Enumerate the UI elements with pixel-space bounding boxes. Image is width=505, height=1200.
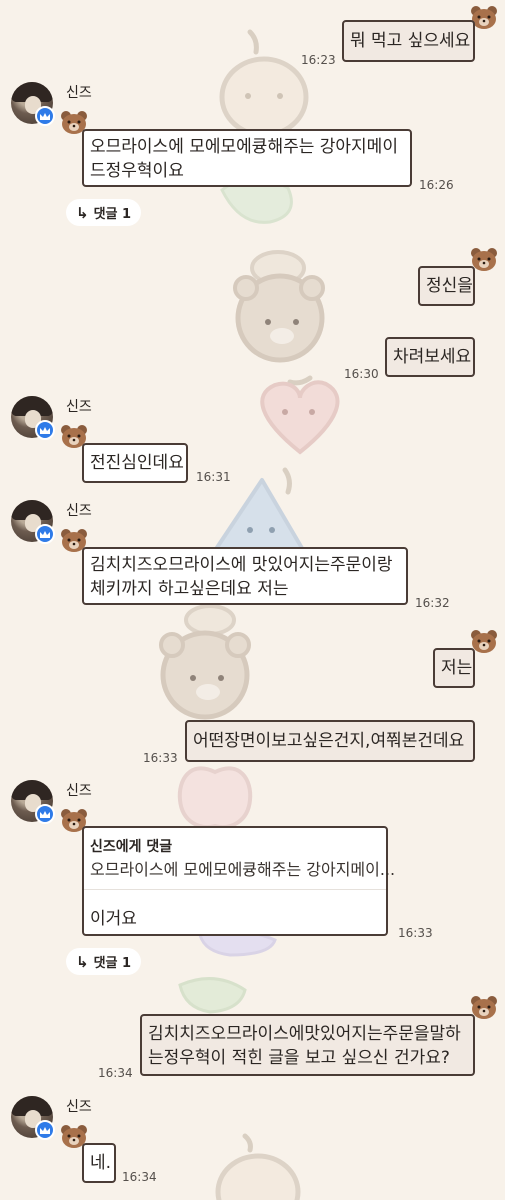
message-text: 어떤장면이보고싶은건지,여쭤본건데요 xyxy=(193,731,465,751)
message-text-line: 드정우혁이요 xyxy=(90,161,184,181)
quoted-message-preview[interactable]: 오므라이스에 모에모에큥해주는 강아지메이... xyxy=(90,856,395,880)
reply-arrow-icon: ↳ xyxy=(76,203,89,222)
sender-name: 신즈 xyxy=(66,1099,92,1115)
message-text-line: 체키까지 하고싶은데요 저는 xyxy=(90,579,289,599)
message-text-line: 김치치즈오므라이스에맛있어지는주문을말하 xyxy=(148,1024,461,1044)
verified-crown-icon xyxy=(35,106,55,126)
sender-name: 신즈 xyxy=(66,503,92,519)
verified-crown-icon xyxy=(35,524,55,544)
verified-crown-icon xyxy=(35,804,55,824)
reply-count-button[interactable]: ↳ 댓글 1 xyxy=(66,948,142,975)
message-time: 16:34 xyxy=(98,1066,133,1080)
message-bubble-out[interactable]: 어떤장면이보고싶은건지,여쭤본건데요 xyxy=(185,720,475,762)
message-text: 네. xyxy=(90,1153,112,1173)
message-text: 저는 xyxy=(441,658,473,678)
message-time: 16:31 xyxy=(196,470,231,484)
reply-message-bubble[interactable]: 신즈에게 댓글 오므라이스에 모에모에큥해주는 강아지메이... 이거요 xyxy=(82,826,395,936)
message-time: 16:33 xyxy=(398,926,433,940)
message-bubble-in[interactable]: 전진심인데요 xyxy=(82,443,188,483)
message-bubble-out[interactable]: 정신을 xyxy=(418,266,475,306)
message-bubble-in[interactable]: 오므라이스에 모에모에큥해주는 강아지메이 드정우혁이요 xyxy=(82,129,412,187)
verified-crown-icon xyxy=(35,1120,55,1140)
reply-arrow-icon: ↳ xyxy=(76,952,89,971)
message-text: 전진심인데요 xyxy=(90,453,184,473)
message-bubble-in[interactable]: 네. xyxy=(82,1143,116,1183)
message-time: 16:30 xyxy=(344,367,379,381)
message-time: 16:23 xyxy=(301,53,336,67)
reply-count-button[interactable]: ↳ 댓글 1 xyxy=(66,199,142,226)
chat-area: 뭐 먹고 싶으세요 16:23 신즈 오므라이스에 모에모에큥해주는 강아지메이… xyxy=(0,0,505,1200)
message-bubble-in[interactable]: 김치치즈오므라이스에 맛있어지는주문이랑 체키까지 하고싶은데요 저는 xyxy=(82,547,408,605)
message-text: 이거요 xyxy=(90,909,137,929)
message-text-line: 오므라이스에 모에모에큥해주는 강아지메이 xyxy=(90,137,398,157)
sender-name: 신즈 xyxy=(66,399,92,415)
message-text-line: 는정우혁이 적힌 글을 보고 싶으신 건가요? xyxy=(148,1048,450,1068)
message-text-line: 김치치즈오므라이스에 맛있어지는주문이랑 xyxy=(90,555,393,575)
message-time: 16:33 xyxy=(143,751,178,765)
message-time: 16:34 xyxy=(122,1170,157,1184)
message-text: 뭐 먹고 싶으세요 xyxy=(350,31,471,51)
sender-name: 신즈 xyxy=(66,783,92,799)
message-time: 16:26 xyxy=(419,178,454,192)
sender-name: 신즈 xyxy=(66,85,92,101)
message-text: 정신을 xyxy=(426,276,473,296)
message-bubble-out[interactable]: 차려보세요 xyxy=(385,337,475,377)
message-time: 16:32 xyxy=(415,596,450,610)
message-bubble-out[interactable]: 김치치즈오므라이스에맛있어지는주문을말하 는정우혁이 적힌 글을 보고 싶으신 … xyxy=(140,1014,475,1076)
message-bubble-out[interactable]: 뭐 먹고 싶으세요 xyxy=(342,20,475,62)
message-text: 차려보세요 xyxy=(393,347,472,367)
verified-crown-icon xyxy=(35,420,55,440)
reply-count-label: 댓글 1 xyxy=(93,207,132,222)
quote-divider xyxy=(84,889,386,890)
quote-title: 신즈에게 댓글 xyxy=(90,839,173,855)
reply-count-label: 댓글 1 xyxy=(93,956,132,971)
message-bubble-out[interactable]: 저는 xyxy=(433,648,475,688)
